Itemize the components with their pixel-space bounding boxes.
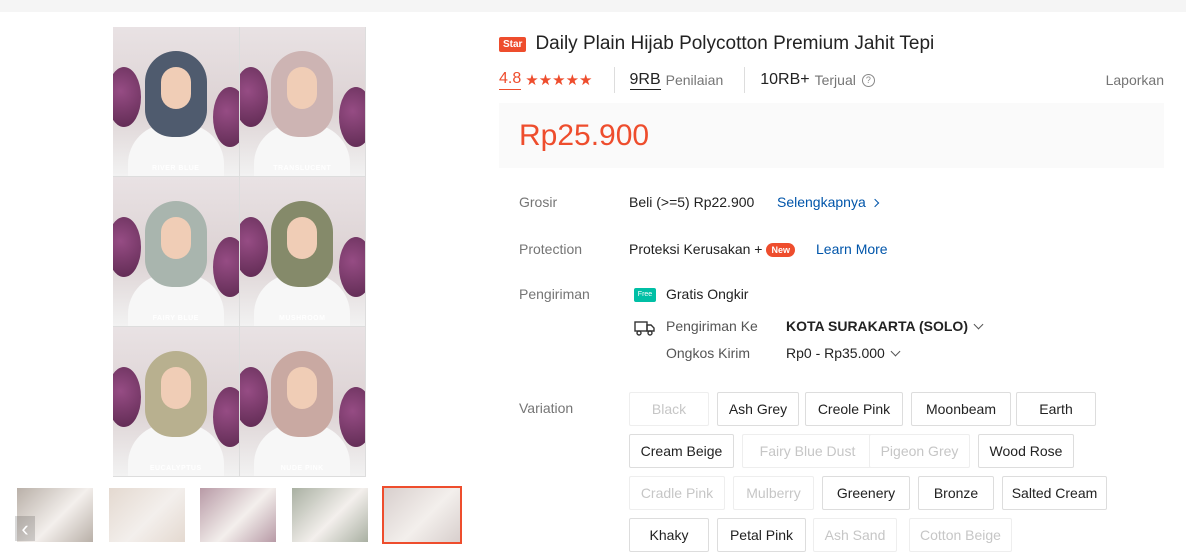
grosir-more-link[interactable]: Selengkapnya bbox=[777, 194, 879, 210]
variation-option: Mulberry bbox=[733, 476, 814, 510]
variation-option[interactable]: Wood Rose bbox=[978, 434, 1074, 468]
chevron-down-icon bbox=[973, 319, 984, 330]
product-title: Daily Plain Hijab Polycotton Premium Jah… bbox=[535, 33, 935, 54]
model-face bbox=[160, 67, 191, 109]
variation-option: Pigeon Grey bbox=[869, 434, 970, 468]
free-shipping-icon: Free bbox=[634, 288, 656, 302]
variation-option[interactable]: Ash Grey bbox=[717, 392, 799, 426]
truck-icon bbox=[634, 321, 655, 336]
thumbnail-image bbox=[384, 488, 460, 542]
variation-option[interactable]: Creole Pink bbox=[805, 392, 903, 426]
variation-option[interactable]: Petal Pink bbox=[717, 518, 806, 552]
model-face bbox=[287, 367, 318, 409]
gallery-tile: NUDE PINK bbox=[239, 327, 366, 477]
product-price: Rp25.900 bbox=[519, 119, 650, 152]
sold-label: Terjual bbox=[814, 72, 856, 88]
chevron-right-icon bbox=[870, 198, 879, 208]
ship-to-value: KOTA SURAKARTA (SOLO) bbox=[786, 318, 968, 334]
report-button[interactable]: Laporkan bbox=[1106, 72, 1164, 88]
new-badge: New bbox=[766, 243, 795, 257]
top-bar bbox=[0, 0, 1186, 12]
chevron-down-icon bbox=[890, 346, 901, 357]
protection-option[interactable]: Proteksi Kerusakan + New bbox=[629, 241, 795, 257]
help-icon[interactable]: ? bbox=[861, 73, 875, 87]
gallery-tile: FAIRY BLUE bbox=[113, 177, 240, 327]
product-main-image[interactable]: RIVER BLUE TRANSLUCENT FAIRY BLUE MUSHROOM E… bbox=[113, 27, 366, 477]
variation-option[interactable]: Bronze bbox=[918, 476, 994, 510]
model-face bbox=[160, 367, 191, 409]
ship-to-label: Pengiriman Ke bbox=[666, 318, 758, 334]
thumbnail[interactable] bbox=[290, 486, 370, 544]
variation-option[interactable]: Khaky bbox=[629, 518, 709, 552]
orchid-decoration bbox=[239, 367, 268, 427]
tile-label: FAIRY BLUE bbox=[152, 315, 199, 322]
ship-to-select[interactable]: KOTA SURAKARTA (SOLO) bbox=[786, 318, 984, 334]
orchid-decoration bbox=[339, 87, 366, 147]
orchid-decoration bbox=[239, 217, 268, 277]
orchid-decoration bbox=[339, 387, 366, 447]
orchid-decoration bbox=[113, 217, 141, 277]
thumbnail[interactable] bbox=[198, 486, 278, 544]
protection-label: Protection bbox=[519, 241, 583, 257]
shipping-cost-value: Rp0 - Rp35.000 bbox=[786, 345, 885, 361]
variation-option[interactable]: Moonbeam bbox=[911, 392, 1011, 426]
orchid-decoration bbox=[212, 387, 239, 447]
tile-label: EUCALYPTUS bbox=[149, 465, 202, 472]
tile-label: RIVER BLUE bbox=[152, 165, 200, 172]
variation-option: Cradle Pink bbox=[629, 476, 725, 510]
learn-more-link[interactable]: Learn More bbox=[816, 241, 888, 257]
gallery-tile: RIVER BLUE bbox=[113, 27, 240, 177]
tile-label: NUDE PINK bbox=[280, 465, 324, 472]
thumbnail[interactable] bbox=[382, 486, 462, 544]
variation-option: Ash Sand bbox=[813, 518, 897, 552]
reviews-count[interactable]: 9RB bbox=[629, 71, 661, 90]
divider bbox=[744, 67, 746, 93]
orchid-decoration bbox=[212, 87, 239, 147]
orchid-decoration bbox=[339, 237, 366, 297]
rating-value[interactable]: 4.8 bbox=[499, 70, 522, 90]
model-face bbox=[287, 217, 318, 259]
price-section: Rp25.900 bbox=[499, 103, 1164, 168]
orchid-decoration bbox=[113, 367, 141, 427]
variation-option: Black bbox=[629, 392, 709, 426]
rating-row: 4.8 ★★★★★ 9RB Penilaian 10RB+ Terjual ? … bbox=[499, 67, 1164, 93]
variation-option: Fairy Blue Dust bbox=[742, 434, 873, 468]
shipping-cost-label: Ongkos Kirim bbox=[666, 345, 751, 361]
orchid-decoration bbox=[212, 237, 239, 297]
variation-option[interactable]: Cream Beige bbox=[629, 434, 734, 468]
chevron-left-icon[interactable]: ‹ bbox=[15, 516, 35, 541]
thumbnail-image bbox=[200, 488, 276, 542]
variation-label: Variation bbox=[519, 400, 574, 416]
tile-label: MUSHROOM bbox=[279, 315, 326, 322]
thumbnail-image bbox=[292, 488, 368, 542]
orchid-decoration bbox=[239, 67, 268, 127]
model-face bbox=[160, 217, 191, 259]
free-shipping-text: Gratis Ongkir bbox=[666, 286, 749, 302]
product-image-grid: RIVER BLUE TRANSLUCENT FAIRY BLUE MUSHROOM E… bbox=[113, 27, 366, 477]
variation-option: Cotton Beige bbox=[909, 518, 1012, 552]
sold-count: 10RB+ bbox=[760, 71, 810, 88]
tile-label: TRANSLUCENT bbox=[273, 165, 332, 172]
variation-option[interactable]: Earth bbox=[1016, 392, 1096, 426]
thumbnail[interactable] bbox=[107, 486, 187, 544]
grosir-label: Grosir bbox=[519, 194, 558, 210]
variation-option[interactable]: Salted Cream bbox=[1002, 476, 1107, 510]
gallery-tile: EUCALYPTUS bbox=[113, 327, 240, 477]
divider bbox=[613, 67, 615, 93]
gallery-tile: MUSHROOM bbox=[239, 177, 366, 327]
model-face bbox=[287, 67, 318, 109]
orchid-decoration bbox=[113, 67, 141, 127]
title-row: Star Daily Plain Hijab Polycotton Premiu… bbox=[499, 33, 934, 55]
thumbnail-image bbox=[109, 488, 185, 542]
reviews-label: Penilaian bbox=[665, 72, 724, 88]
rating-stars-icon: ★★★★★ bbox=[525, 72, 593, 89]
star-seller-badge: Star bbox=[499, 36, 527, 52]
shipping-cost-select[interactable]: Rp0 - Rp35.000 bbox=[786, 345, 901, 361]
grosir-more-label: Selengkapnya bbox=[777, 194, 866, 210]
gallery-tile: TRANSLUCENT bbox=[239, 27, 366, 177]
protection-text: Proteksi Kerusakan + bbox=[629, 241, 763, 257]
grosir-text: Beli (>=5) Rp22.900 bbox=[629, 194, 755, 210]
shipping-label: Pengiriman bbox=[519, 286, 590, 302]
variation-option[interactable]: Greenery bbox=[822, 476, 910, 510]
